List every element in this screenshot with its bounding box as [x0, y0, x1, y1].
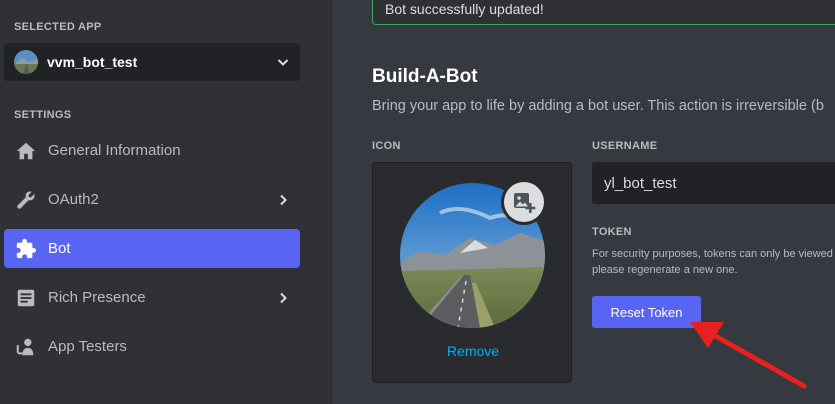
sidebar-item-label: General Information — [48, 142, 181, 159]
sidebar: SELECTED APP vvm_bot_test SETTINGS Gener… — [0, 0, 332, 404]
bot-icon-card: Remove — [372, 162, 572, 383]
page-description: Bring your app to life by adding a bot u… — [372, 98, 824, 114]
icon-label: ICON — [372, 140, 401, 152]
sidebar-item-label: App Testers — [48, 338, 127, 355]
person-icon — [14, 335, 38, 359]
document-icon — [14, 286, 38, 310]
selected-app-label: SELECTED APP — [14, 21, 102, 33]
home-icon — [14, 139, 38, 163]
upload-image-button[interactable] — [504, 182, 544, 222]
add-image-icon — [514, 193, 536, 213]
app-selector-dropdown[interactable]: vvm_bot_test — [4, 43, 300, 81]
username-input[interactable]: yl_bot_test — [592, 162, 835, 204]
app-name: vvm_bot_test — [47, 54, 138, 70]
token-label: TOKEN — [592, 226, 632, 238]
success-banner-text: Bot successfully updated! — [385, 1, 544, 17]
username-label: USERNAME — [592, 140, 658, 152]
page-title: Build-A-Bot — [372, 66, 478, 87]
sidebar-item-app-testers[interactable]: App Testers — [4, 327, 300, 366]
sidebar-item-label: Bot — [48, 240, 71, 257]
wrench-icon — [14, 188, 38, 212]
sidebar-item-label: OAuth2 — [48, 191, 99, 208]
sidebar-item-oauth2[interactable]: OAuth2 — [4, 180, 300, 219]
token-hint-line2: please regenerate a new one. — [592, 264, 738, 276]
settings-label: SETTINGS — [14, 109, 72, 121]
token-hint-line1: For security purposes, tokens can only b… — [592, 248, 833, 260]
chevron-right-icon — [280, 194, 287, 205]
chevron-right-icon — [280, 292, 287, 303]
sidebar-item-general-information[interactable]: General Information — [4, 131, 300, 170]
sidebar-item-rich-presence[interactable]: Rich Presence — [4, 278, 300, 317]
sidebar-item-bot[interactable]: Bot — [4, 229, 300, 268]
puzzle-icon — [14, 237, 38, 261]
chevron-down-icon — [277, 59, 289, 66]
remove-icon-link[interactable]: Remove — [373, 343, 573, 359]
sidebar-item-label: Rich Presence — [48, 289, 146, 306]
token-hint: For security purposes, tokens can only b… — [592, 246, 835, 278]
app-avatar — [14, 50, 38, 74]
reset-token-button[interactable]: Reset Token — [592, 296, 701, 328]
success-banner: Bot successfully updated! — [372, 0, 835, 25]
